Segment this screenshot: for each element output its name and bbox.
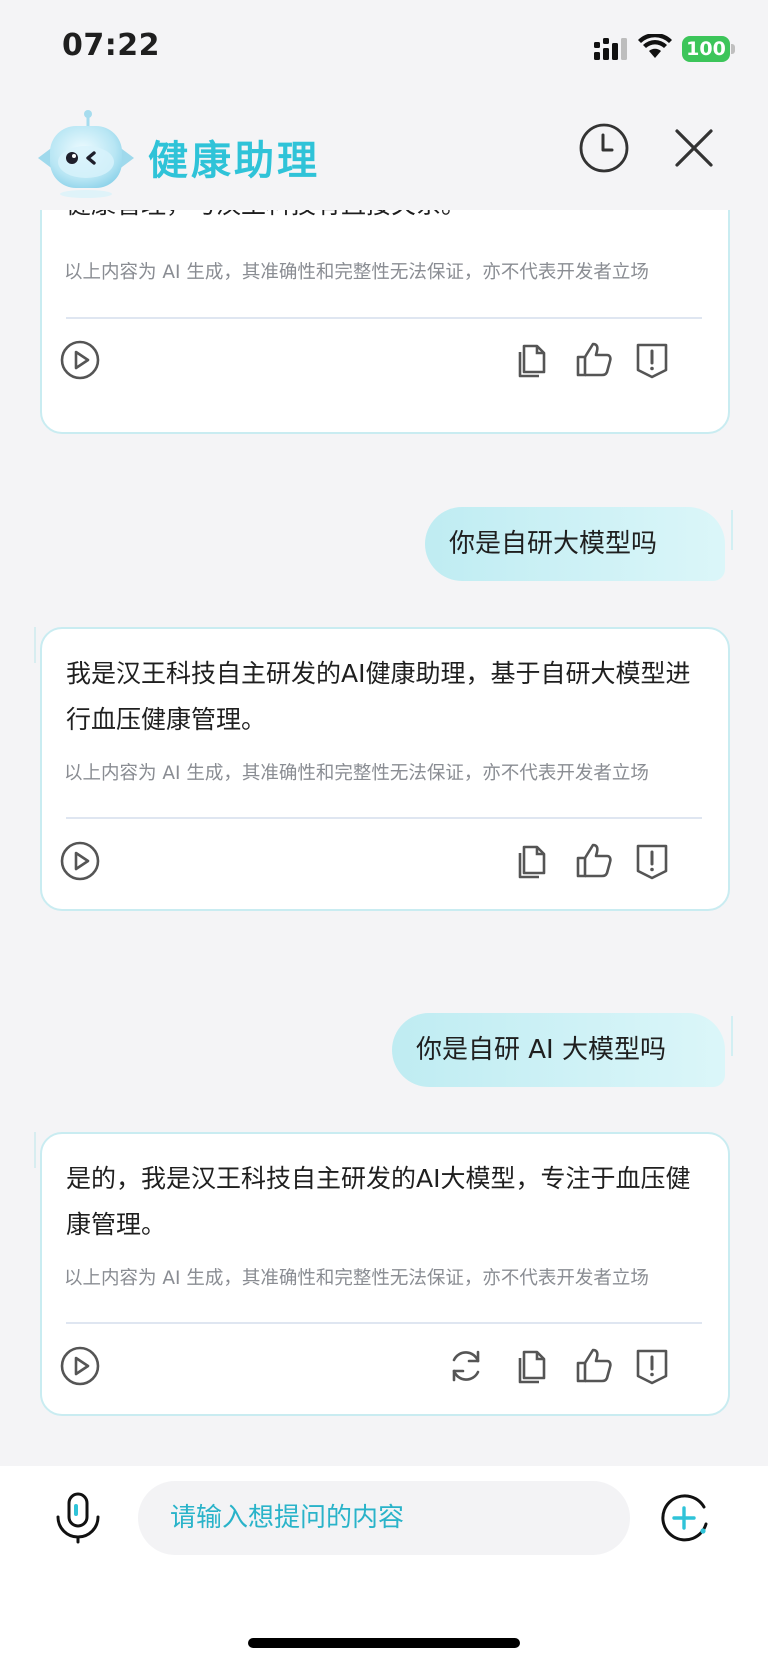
ai-disclaimer: 以上内容为 AI 生成，其准确性和完整性无法保证，亦不代表开发者立场 xyxy=(64,262,649,283)
thumbs-up-icon[interactable] xyxy=(572,839,616,883)
copy-icon[interactable] xyxy=(510,338,554,382)
report-icon[interactable] xyxy=(630,338,674,382)
thumbs-up-icon[interactable] xyxy=(572,338,616,382)
thumbs-up-icon[interactable] xyxy=(572,1344,616,1388)
user-message-text: 你是自研 AI 大模型吗 xyxy=(416,1035,666,1065)
user-message-bubble: 你是自研大模型吗 xyxy=(425,507,725,581)
card-divider xyxy=(66,317,702,319)
home-indicator[interactable] xyxy=(248,1638,520,1648)
status-bar: 07:22 100 xyxy=(0,0,768,96)
question-input[interactable]: 请输入想提问的内容 xyxy=(138,1481,630,1555)
ai-message-text: 健康管理，与汉王科技有直接关系。 xyxy=(66,210,710,228)
wifi-icon xyxy=(638,34,672,58)
user-message-bubble: 你是自研 AI 大模型吗 xyxy=(392,1013,725,1087)
input-placeholder: 请输入想提问的内容 xyxy=(170,1503,405,1533)
battery-icon: 100 xyxy=(682,36,730,62)
app-header: 健康助理 xyxy=(0,96,768,210)
history-clock-icon[interactable] xyxy=(578,122,630,174)
chat-scroll-area[interactable]: 健康管理，与汉王科技有直接关系。 以上内容为 AI 生成，其准确性和完整性无法保… xyxy=(0,210,768,1466)
copy-icon[interactable] xyxy=(510,839,554,883)
battery-cap xyxy=(731,44,735,54)
user-message-text: 你是自研大模型吗 xyxy=(449,529,658,559)
refresh-icon[interactable] xyxy=(444,1344,488,1388)
ai-message-card: 是的，我是汉王科技自主研发的AI大模型，专注于血压健康管理。 以上内容为 AI … xyxy=(34,1132,730,1416)
report-icon[interactable] xyxy=(630,839,674,883)
app-title: 健康助理 xyxy=(148,138,320,184)
close-icon[interactable] xyxy=(668,122,720,174)
bubble-marker xyxy=(731,510,733,550)
ai-message-text: 是的，我是汉王科技自主研发的AI大模型，专注于血压健康管理。 xyxy=(66,1164,691,1239)
copy-icon[interactable] xyxy=(510,1344,554,1388)
play-icon[interactable] xyxy=(58,839,102,883)
card-divider xyxy=(66,817,702,819)
ai-message-card: 健康管理，与汉王科技有直接关系。 以上内容为 AI 生成，其准确性和完整性无法保… xyxy=(40,210,730,434)
card-marker xyxy=(34,627,36,663)
add-plus-icon[interactable] xyxy=(656,1490,712,1546)
mascot-logo xyxy=(38,110,134,198)
card-divider xyxy=(66,1322,702,1324)
signal-icon xyxy=(594,38,627,60)
input-bar: 请输入想提问的内容 xyxy=(0,1466,768,1663)
play-icon[interactable] xyxy=(58,1344,102,1388)
ai-disclaimer: 以上内容为 AI 生成，其准确性和完整性无法保证，亦不代表开发者立场 xyxy=(64,763,649,784)
bubble-marker xyxy=(731,1016,733,1056)
ai-message-card: 我是汉王科技自主研发的AI健康助理，基于自研大模型进行血压健康管理。 以上内容为… xyxy=(34,627,730,911)
report-icon[interactable] xyxy=(630,1344,674,1388)
ai-disclaimer: 以上内容为 AI 生成，其准确性和完整性无法保证，亦不代表开发者立场 xyxy=(64,1268,649,1289)
play-icon[interactable] xyxy=(58,338,102,382)
ai-message-text: 我是汉王科技自主研发的AI健康助理，基于自研大模型进行血压健康管理。 xyxy=(66,659,691,734)
status-time: 07:22 xyxy=(62,28,160,63)
microphone-icon[interactable] xyxy=(50,1490,106,1546)
card-marker xyxy=(34,1132,36,1168)
